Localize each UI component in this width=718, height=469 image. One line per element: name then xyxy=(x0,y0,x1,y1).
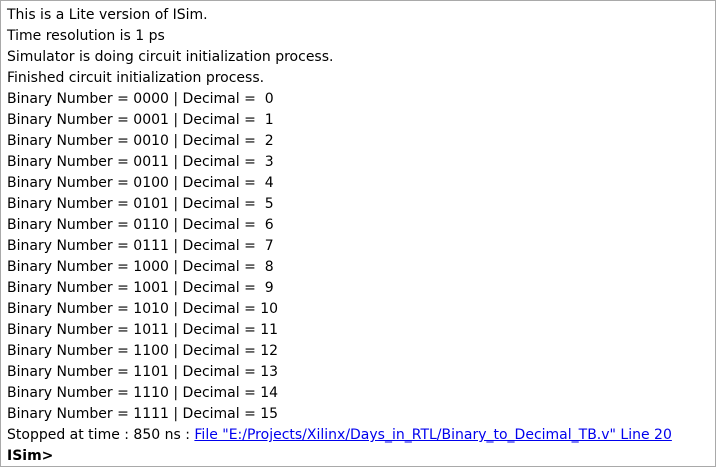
stopped-at-line: Stopped at time : 850 ns : File "E:/Proj… xyxy=(7,425,709,446)
isim-prompt[interactable]: ISim> xyxy=(7,446,709,466)
output-line: Binary Number = 1110 | Decimal = 14 xyxy=(7,385,279,401)
output-line: Binary Number = 0101 | Decimal = 5 xyxy=(7,196,274,212)
output-line: Binary Number = 1111 | Decimal = 15 xyxy=(7,406,279,422)
output-line: Binary Number = 1011 | Decimal = 11 xyxy=(7,322,279,338)
console-output: This is a Lite version of ISim. Time res… xyxy=(7,5,709,466)
isim-console[interactable]: This is a Lite version of ISim. Time res… xyxy=(0,0,716,467)
output-line: Binary Number = 0100 | Decimal = 4 xyxy=(7,175,274,191)
console-line: Time resolution is 1 ps xyxy=(7,28,165,44)
console-line: Finished circuit initialization process. xyxy=(7,70,265,86)
output-line: Binary Number = 0001 | Decimal = 1 xyxy=(7,112,274,128)
stopped-at-text: Stopped at time : 850 ns : xyxy=(7,427,195,443)
output-line: Binary Number = 0000 | Decimal = 0 xyxy=(7,91,274,107)
output-line: Binary Number = 1001 | Decimal = 9 xyxy=(7,280,274,296)
output-line: Binary Number = 0110 | Decimal = 6 xyxy=(7,217,274,233)
output-line: Binary Number = 1101 | Decimal = 13 xyxy=(7,364,279,380)
output-line: Binary Number = 0010 | Decimal = 2 xyxy=(7,133,274,149)
output-line: Binary Number = 1000 | Decimal = 8 xyxy=(7,259,274,275)
console-line: Simulator is doing circuit initializatio… xyxy=(7,49,334,65)
console-line: This is a Lite version of ISim. xyxy=(7,7,208,23)
output-line: Binary Number = 1100 | Decimal = 12 xyxy=(7,343,279,359)
source-file-link[interactable]: File "E:/Projects/Xilinx/Days_in_RTL/Bin… xyxy=(194,427,671,443)
output-line: Binary Number = 1010 | Decimal = 10 xyxy=(7,301,279,317)
output-line: Binary Number = 0011 | Decimal = 3 xyxy=(7,154,274,170)
output-line: Binary Number = 0111 | Decimal = 7 xyxy=(7,238,274,254)
